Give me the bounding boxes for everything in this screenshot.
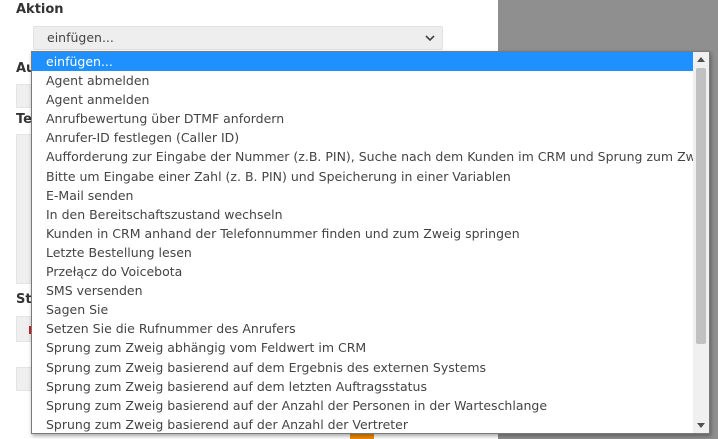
dropdown-option[interactable]: In den Bereitschaftszustand wechseln [32, 205, 694, 224]
dropdown-option[interactable]: Sprung zum Zweig abhängig vom Feldwert i… [32, 338, 694, 357]
dropdown-option[interactable]: Sagen Sie [32, 300, 694, 319]
action-select[interactable]: einfügen... [33, 26, 443, 50]
triangle-up-icon[interactable] [693, 52, 709, 68]
section-title: Aktion [16, 2, 64, 17]
dropdown-option[interactable]: Sprung zum Zweig basierend auf der Anzah… [32, 415, 694, 433]
background-button-2[interactable] [16, 367, 32, 391]
dropdown-option[interactable]: Sprung zum Zweig basierend auf der Anzah… [32, 396, 694, 415]
dropdown-option[interactable]: Letzte Bestellung lesen [32, 243, 694, 262]
dropdown-option[interactable]: Sprung zum Zweig basierend auf dem letzt… [32, 377, 694, 396]
dropdown-option[interactable]: einfügen... [32, 52, 694, 72]
dropdown-option[interactable]: SMS versenden [32, 281, 694, 300]
triangle-down-icon[interactable] [693, 417, 709, 433]
dropdown-option[interactable]: Kunden in CRM anhand der Telefonnummer f… [32, 224, 694, 243]
dropdown-option[interactable]: Agent abmelden [32, 71, 694, 90]
dropdown-option[interactable]: Setzen Sie die Rufnummer des Anrufers [32, 319, 694, 338]
dropdown-option[interactable]: Aufforderung zur Eingabe der Nummer (z.B… [32, 147, 694, 166]
scrollbar-thumb[interactable] [696, 68, 706, 344]
dropdown-option[interactable]: E-Mail senden [32, 186, 694, 205]
dropdown-option[interactable]: Anrufer-ID festlegen (Caller ID) [32, 128, 694, 147]
action-select-value: einfügen... [47, 30, 114, 45]
dropdown-option[interactable]: Agent anmelden [32, 90, 694, 109]
background-textarea[interactable] [16, 134, 32, 284]
dropdown-option[interactable]: Anrufbewertung über DTMF anfordern [32, 109, 694, 128]
dropdown-option[interactable]: Bitte um Eingabe einer Zahl (z. B. PIN) … [32, 167, 694, 186]
background-button-1[interactable] [16, 84, 32, 108]
chevron-down-icon [425, 35, 435, 42]
dropdown-option[interactable]: Sprung zum Zweig basierend auf dem Ergeb… [32, 358, 694, 377]
dropdown-options: einfügen... Agent abmelden Agent anmelden A… [32, 52, 694, 433]
dropdown-option[interactable]: Przełącz do Voicebota [32, 262, 694, 281]
action-dropdown-list[interactable]: einfügen... Agent abmelden Agent anmelden A… [31, 51, 710, 434]
dropdown-scrollbar[interactable] [693, 52, 709, 433]
